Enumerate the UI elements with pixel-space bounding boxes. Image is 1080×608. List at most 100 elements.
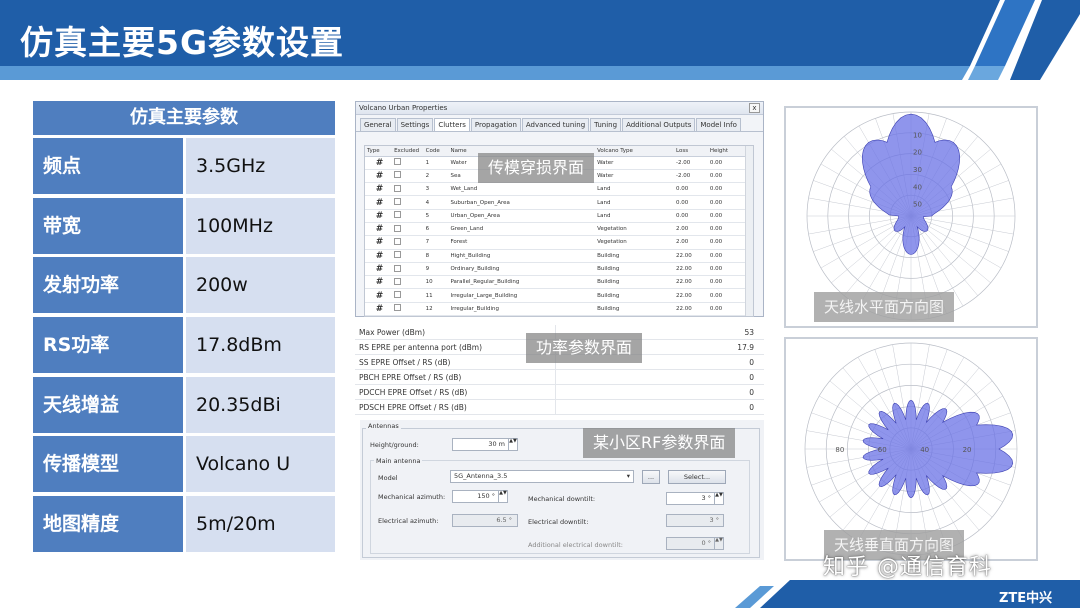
excluded-checkbox[interactable] — [394, 158, 402, 166]
excluded-checkbox-cell[interactable] — [392, 156, 424, 170]
volcano-type[interactable]: Building — [595, 302, 675, 316]
volcano-type[interactable]: Water — [595, 169, 675, 184]
table-row[interactable]: # 11 Irregular_Large_Building Building 2… — [365, 288, 753, 303]
volcano-type[interactable]: Water — [595, 156, 675, 170]
volcano-type[interactable]: Building — [595, 262, 675, 277]
clutter-loss[interactable]: 2.00 — [674, 235, 708, 250]
tab-advanced-tuning[interactable]: Advanced tuning — [521, 118, 590, 131]
mech-downtilt-input[interactable]: 3 ° ▲▼ — [666, 492, 724, 505]
polar-ring-label: 20 — [913, 149, 922, 157]
excluded-checkbox-cell[interactable] — [392, 275, 424, 290]
tab-propagation[interactable]: Propagation — [470, 118, 521, 131]
volcano-type[interactable]: Building — [595, 249, 675, 263]
clutter-loss[interactable]: 0.00 — [674, 182, 708, 197]
excluded-checkbox[interactable] — [394, 198, 402, 206]
clutter-loss[interactable]: 22.00 — [674, 249, 708, 263]
excluded-checkbox[interactable] — [394, 184, 402, 192]
clutter-loss[interactable]: 0.00 — [674, 209, 708, 223]
grid-column-header[interactable]: Loss — [674, 146, 708, 157]
add-downtilt-label: Additional electrical downtilt: — [528, 541, 623, 549]
model-select[interactable]: 5G_Antenna_3.5 ▾ — [450, 470, 634, 483]
table-row[interactable]: # 3 Wet_Land Land 0.00 0.00 — [365, 182, 753, 197]
excluded-checkbox[interactable] — [394, 304, 402, 312]
clutter-loss[interactable]: -2.00 — [674, 156, 708, 170]
clutter-loss[interactable]: -2.00 — [674, 169, 708, 184]
excluded-checkbox[interactable] — [394, 251, 402, 259]
clutter-name: Forest — [448, 235, 596, 250]
excluded-checkbox[interactable] — [394, 291, 402, 299]
mech-downtilt-spin-icon[interactable]: ▲▼ — [714, 493, 723, 504]
slide-title: 仿真主要5G参数设置 — [20, 23, 345, 62]
excluded-checkbox[interactable] — [394, 264, 402, 272]
power-value[interactable]: 0 — [749, 385, 754, 400]
close-icon[interactable]: x — [749, 103, 760, 113]
height-spin-icon[interactable]: ▲▼ — [508, 439, 517, 450]
excluded-checkbox[interactable] — [394, 237, 402, 245]
volcano-type[interactable]: Building — [595, 288, 675, 303]
volcano-type[interactable]: Land — [595, 195, 675, 210]
select-antenna-button[interactable]: Select... — [668, 470, 726, 484]
excluded-checkbox-cell[interactable] — [392, 262, 424, 277]
power-value[interactable]: 0 — [749, 370, 754, 385]
excluded-checkbox[interactable] — [394, 277, 402, 285]
params-row: 频点 3.5GHz — [33, 138, 335, 194]
excluded-checkbox[interactable] — [394, 211, 402, 219]
table-row[interactable]: # 7 Forest Vegetation 2.00 0.00 — [365, 235, 753, 250]
tab-settings[interactable]: Settings — [396, 118, 434, 131]
more-button[interactable]: ... — [642, 470, 660, 484]
power-label: Max Power (dBm) — [359, 328, 426, 337]
clutter-loss[interactable]: 22.00 — [674, 288, 708, 303]
clutter-loss[interactable]: 22.00 — [674, 275, 708, 290]
mech-azimuth-input[interactable]: 150 ° ▲▼ — [452, 490, 508, 503]
volcano-type[interactable]: Vegetation — [595, 222, 675, 237]
grid-icon: # — [365, 222, 393, 237]
tab-additional-outputs[interactable]: Additional Outputs — [622, 118, 696, 131]
table-row[interactable]: # 10 Parallel_Regular_Building Building … — [365, 275, 753, 290]
table-row[interactable]: # 5 Urban_Open_Area Land 0.00 0.00 — [365, 209, 753, 223]
excluded-checkbox-cell[interactable] — [392, 249, 424, 263]
grid-scrollbar[interactable] — [745, 146, 753, 316]
grid-icon: # — [365, 169, 393, 184]
power-value[interactable]: 0 — [749, 400, 754, 415]
grid-column-header[interactable]: Code — [423, 146, 449, 157]
table-row[interactable]: # 8 Hight_Building Building 22.00 0.00 — [365, 249, 753, 263]
mech-azimuth-spin-icon[interactable]: ▲▼ — [498, 491, 507, 502]
height-input[interactable]: 30 m ▲▼ — [452, 438, 518, 451]
excluded-checkbox-cell[interactable] — [392, 209, 424, 223]
clutter-name: Hight_Building — [448, 249, 596, 263]
grid-column-header[interactable]: Type — [365, 146, 393, 157]
tab-model-info[interactable]: Model Info — [696, 118, 741, 131]
volcano-type[interactable]: Land — [595, 209, 675, 223]
excluded-checkbox-cell[interactable] — [392, 222, 424, 237]
clutter-loss[interactable]: 2.00 — [674, 222, 708, 237]
table-row[interactable]: # 9 Ordinary_Building Building 22.00 0.0… — [365, 262, 753, 277]
tab-general[interactable]: General — [360, 118, 396, 131]
volcano-type[interactable]: Land — [595, 182, 675, 197]
param-key: 传播模型 — [33, 436, 183, 493]
power-value[interactable]: 17.9 — [737, 340, 754, 355]
power-value[interactable]: 0 — [749, 355, 754, 370]
excluded-checkbox-cell[interactable] — [392, 169, 424, 184]
excluded-checkbox-cell[interactable] — [392, 288, 424, 303]
clutter-loss[interactable]: 0.00 — [674, 195, 708, 210]
power-value[interactable]: 53 — [744, 325, 754, 340]
clutter-code: 1 — [423, 156, 449, 170]
excluded-checkbox-cell[interactable] — [392, 302, 424, 316]
excluded-checkbox[interactable] — [394, 171, 402, 179]
volcano-type[interactable]: Building — [595, 275, 675, 290]
grid-column-header[interactable]: Excluded — [392, 146, 424, 157]
table-row[interactable]: # 12 Irregular_Building Building 22.00 0… — [365, 302, 753, 316]
table-row[interactable]: # 4 Suburban_Open_Area Land 0.00 0.00 — [365, 195, 753, 210]
excluded-checkbox[interactable] — [394, 224, 402, 232]
clutter-loss[interactable]: 22.00 — [674, 302, 708, 316]
clutter-loss[interactable]: 22.00 — [674, 262, 708, 277]
excluded-checkbox-cell[interactable] — [392, 235, 424, 250]
excluded-checkbox-cell[interactable] — [392, 182, 424, 197]
excluded-checkbox-cell[interactable] — [392, 195, 424, 210]
param-key: 频点 — [33, 138, 183, 194]
grid-column-header[interactable]: Volcano Type — [595, 146, 675, 157]
volcano-type[interactable]: Vegetation — [595, 235, 675, 250]
table-row[interactable]: # 6 Green_Land Vegetation 2.00 0.00 — [365, 222, 753, 237]
tab-tuning[interactable]: Tuning — [590, 118, 622, 131]
tab-clutters[interactable]: Clutters — [434, 118, 470, 131]
